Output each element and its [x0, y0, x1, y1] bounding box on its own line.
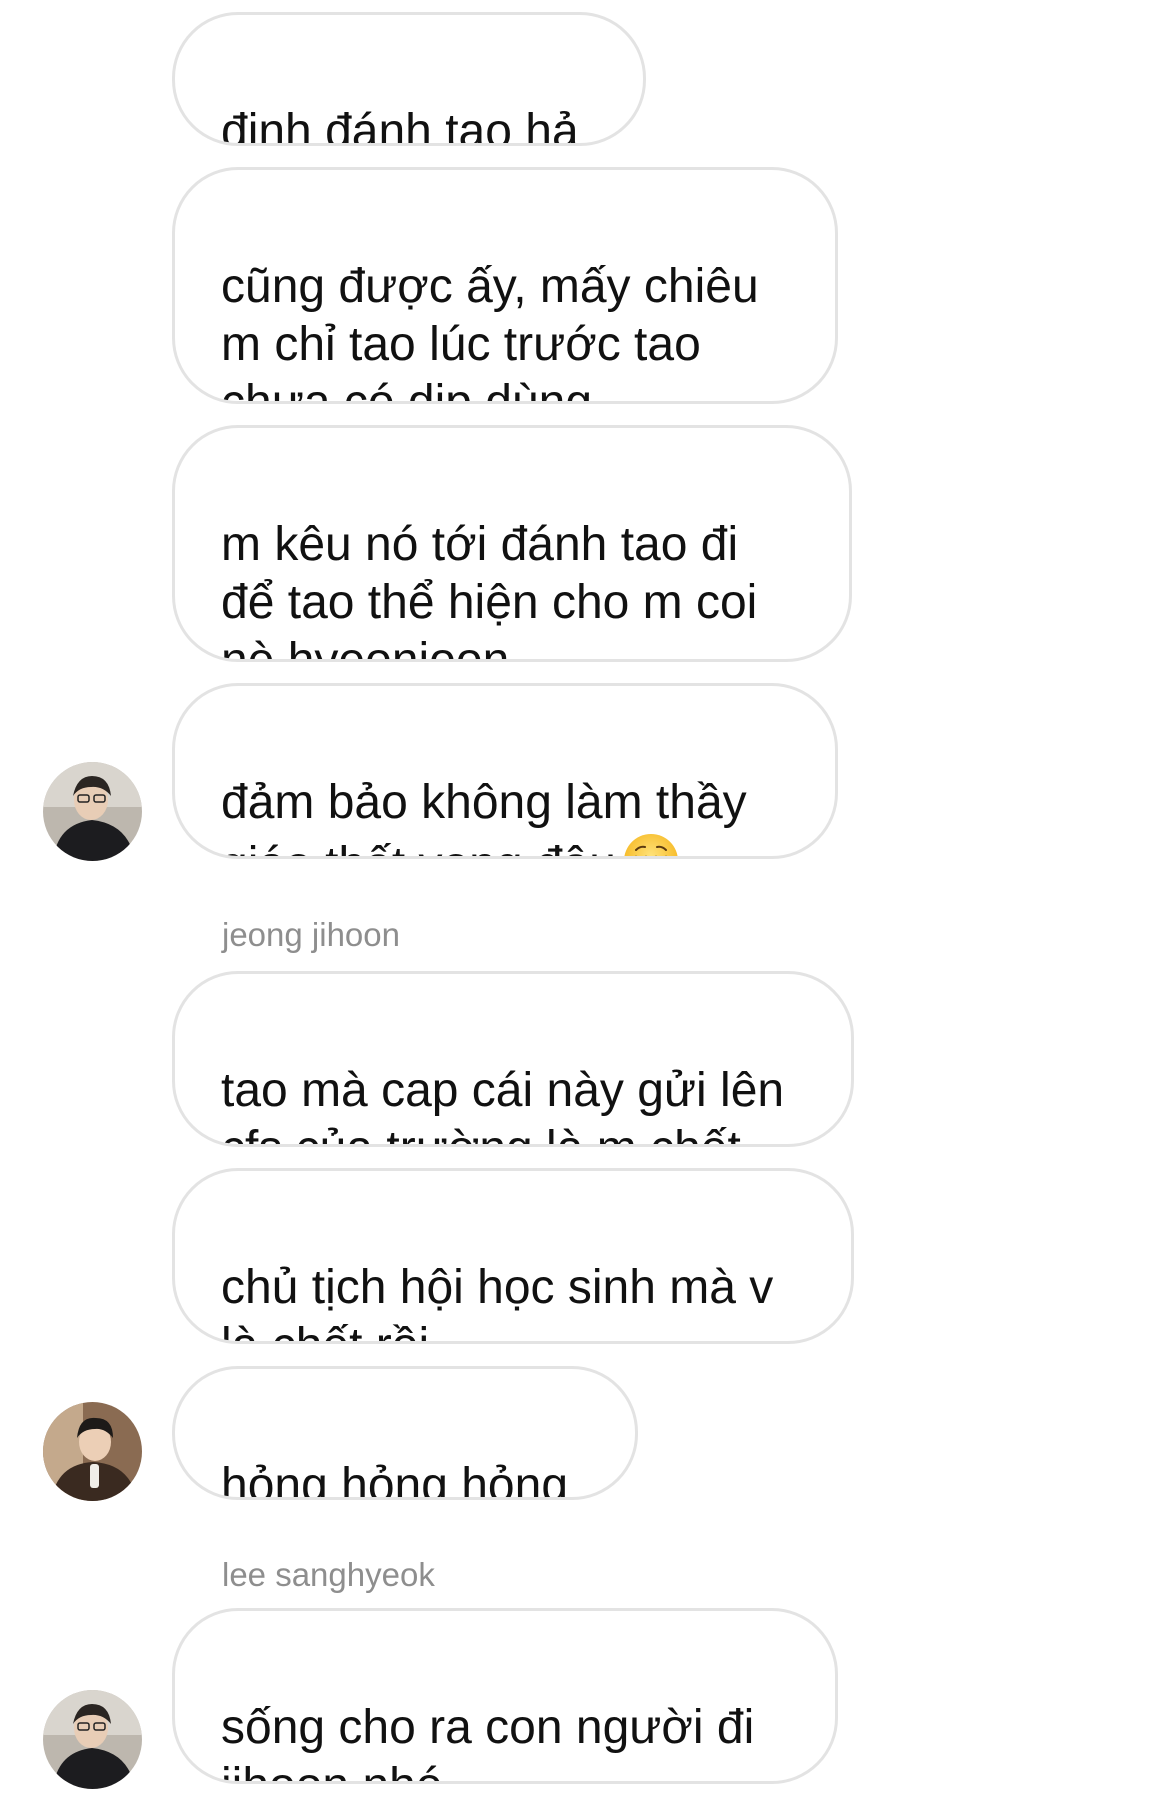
message-text: hỏng hỏng hỏng [221, 1459, 569, 1500]
message-bubble[interactable]: cũng được ấy, mấy chiêu m chỉ tao lúc tr… [172, 167, 838, 404]
avatar[interactable] [43, 1402, 142, 1501]
message-bubble[interactable]: hỏng hỏng hỏng [172, 1366, 638, 1500]
sender-name: jeong jihoon [222, 916, 400, 953]
message-bubble[interactable]: chủ tịch hội học sinh mà v là chết rồi [172, 1168, 854, 1344]
sender-name: lee sanghyeok [222, 1556, 435, 1593]
message-bubble[interactable]: đảm bảo không làm thầy giáo thất vọng đâ… [172, 683, 838, 859]
avatar[interactable] [43, 762, 142, 861]
message-text: cũng được ấy, mấy chiêu m chỉ tao lúc tr… [221, 260, 759, 404]
relieved-face-icon [622, 832, 680, 856]
message-bubble[interactable]: m kêu nó tới đánh tao đi để tao thể hiện… [172, 425, 852, 662]
message-bubble[interactable]: sống cho ra con người đi jihoon nhé [172, 1608, 838, 1784]
message-text: tao mà cap cái này gửi lên cfs của trườn… [221, 1064, 785, 1144]
message-text: chủ tịch hội học sinh mà v là chết rồi [221, 1261, 774, 1341]
message-bubble[interactable]: định đánh tao hả [172, 12, 646, 146]
message-text: sống cho ra con người đi jihoon nhé [221, 1701, 755, 1781]
message-text: m kêu nó tới đánh tao đi để tao thể hiện… [221, 518, 758, 662]
message-text: định đánh tao hả [221, 105, 579, 146]
avatar[interactable] [43, 1690, 142, 1789]
message-bubble[interactable]: tao mà cap cái này gửi lên cfs của trườn… [172, 971, 854, 1147]
